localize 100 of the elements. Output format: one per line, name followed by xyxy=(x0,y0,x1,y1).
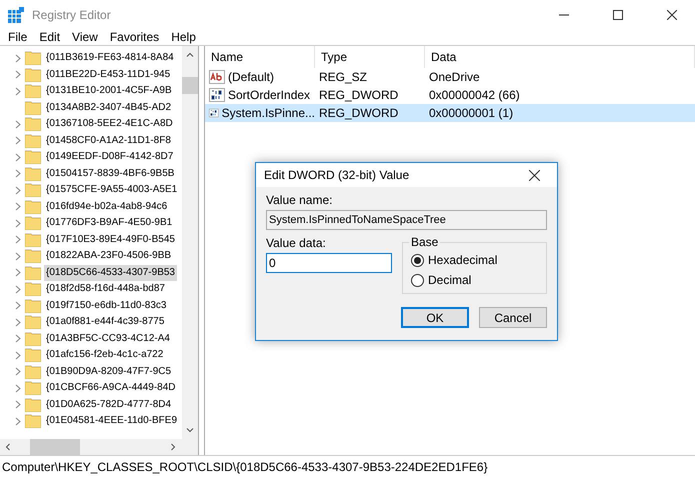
vertical-scrollbar[interactable] xyxy=(182,46,198,439)
radio-button[interactable] xyxy=(411,254,424,266)
expand-chevron-icon[interactable] xyxy=(14,152,22,162)
tree-item[interactable]: {016fd94e-b02a-4ab8-94c6 xyxy=(44,198,170,215)
expand-chevron-icon[interactable] xyxy=(14,54,22,63)
tree-item[interactable]: {0134A8B2-3407-4B45-AD2 xyxy=(44,100,174,116)
tree-item[interactable]: {01D0A625-782D-4777-8D4 xyxy=(44,396,174,413)
window-title: Registry Editor xyxy=(32,8,112,22)
folder-icon xyxy=(25,216,41,230)
folder-icon xyxy=(25,381,41,396)
expand-chevron-icon[interactable] xyxy=(14,284,22,294)
dialog-button[interactable]: Cancel xyxy=(479,307,547,328)
folder-icon xyxy=(25,200,41,214)
expand-chevron-icon[interactable] xyxy=(14,416,22,426)
tree-item[interactable]: {01E04581-4EEE-11d0-BFE9 xyxy=(44,413,180,430)
expand-chevron-icon[interactable] xyxy=(14,235,22,244)
tree-item[interactable]: {018D5C66-4533-4307-9B53 xyxy=(44,264,177,281)
close-icon[interactable] xyxy=(667,10,677,20)
tree-item[interactable]: {01575CFE-9A55-4003-A5E1 xyxy=(44,182,180,198)
expand-chevron-icon[interactable] xyxy=(14,202,22,212)
radio-label[interactable]: Decimal xyxy=(428,273,472,287)
binary-value-icon xyxy=(209,88,225,102)
menu-item[interactable]: View xyxy=(66,30,104,45)
value-type: REG_DWORD xyxy=(319,88,398,102)
folder-icon xyxy=(25,298,41,313)
folder-icon xyxy=(25,51,41,66)
minimize-icon[interactable] xyxy=(559,14,569,16)
string-value-icon xyxy=(209,70,225,84)
menu-item[interactable]: Favorites xyxy=(104,30,166,45)
folder-icon xyxy=(25,282,41,296)
tree-item[interactable]: {01afc156-f2eb-4c1c-a722 xyxy=(44,347,166,364)
scroll-up-icon[interactable] xyxy=(186,52,194,57)
tree-item[interactable]: {01A3BF5C-CC93-4C12-A4 xyxy=(44,330,172,347)
folder-icon xyxy=(25,348,41,362)
scrollbar-thumb[interactable] xyxy=(30,439,80,455)
expand-chevron-icon[interactable] xyxy=(14,186,22,195)
tree-item[interactable]: {01a0f881-e44f-4c39-8775 xyxy=(44,314,166,330)
value-row[interactable]: System.IsPinne... REG_DWORD 0x00000001 (1) xyxy=(205,104,695,122)
tree-item[interactable]: {01776DF3-B9AF-4E50-9B1 xyxy=(44,215,174,232)
expand-chevron-icon[interactable] xyxy=(14,350,22,360)
radio-label[interactable]: Hexadecimal xyxy=(428,253,498,267)
column-header[interactable]: Data xyxy=(425,46,695,68)
folder-icon xyxy=(25,232,41,247)
value-name-label: Value name: xyxy=(266,193,334,207)
app-icon xyxy=(8,7,24,23)
tree-item[interactable]: {01504157-8839-4BF6-9B5B xyxy=(44,166,176,182)
folder-icon xyxy=(25,68,41,82)
maximize-icon[interactable] xyxy=(613,10,623,20)
menu-item[interactable]: Help xyxy=(165,30,202,45)
tree-item[interactable]: {011B3619-FE63-4814-8A84 xyxy=(44,50,176,66)
tree-item[interactable]: {018f2d58-f16d-448a-bd87 xyxy=(44,281,167,298)
folder-icon xyxy=(25,332,41,346)
menu-item[interactable]: Edit xyxy=(33,30,66,45)
scroll-right-icon[interactable] xyxy=(171,443,176,451)
tree-item[interactable]: {011BE22D-E453-11D1-945 xyxy=(44,66,172,83)
expand-chevron-icon[interactable] xyxy=(14,367,22,376)
scrollbar-thumb[interactable] xyxy=(182,77,198,94)
value-data-field[interactable]: 0 xyxy=(266,253,392,273)
expand-chevron-icon[interactable] xyxy=(14,384,22,393)
tree-item[interactable]: {01458CF0-A1A2-11D1-8F8 xyxy=(44,132,173,149)
folder-icon xyxy=(25,315,41,330)
value-data: OneDrive xyxy=(429,70,480,84)
close-icon[interactable] xyxy=(528,170,540,180)
expand-chevron-icon[interactable] xyxy=(14,301,22,310)
expand-chevron-icon[interactable] xyxy=(14,169,22,178)
scroll-down-icon[interactable] xyxy=(186,428,194,433)
folder-icon xyxy=(25,398,41,412)
base-label: Base xyxy=(409,235,440,249)
tree-item[interactable]: {01367108-5EE2-4E1C-A8D xyxy=(44,116,175,132)
column-header[interactable]: Name xyxy=(205,46,315,68)
radio-button[interactable] xyxy=(411,274,424,286)
folder-icon xyxy=(25,84,41,98)
expand-chevron-icon[interactable] xyxy=(14,136,22,146)
expand-chevron-icon[interactable] xyxy=(14,86,22,96)
tree-item[interactable]: {01CBCF66-A9CA-4449-84D xyxy=(44,380,178,396)
value-row[interactable]: SortOrderIndex REG_DWORD 0x00000042 (66) xyxy=(205,86,695,104)
expand-chevron-icon[interactable] xyxy=(14,400,22,410)
expand-chevron-icon[interactable] xyxy=(14,70,22,80)
expand-chevron-icon[interactable] xyxy=(14,218,22,228)
expand-chevron-icon[interactable] xyxy=(14,318,22,327)
tree-item[interactable]: {017F10E3-89E4-49F0-B545 xyxy=(44,232,177,248)
column-header[interactable]: Type xyxy=(315,46,425,68)
folder-icon xyxy=(25,100,41,115)
tree-item[interactable]: {01B90D9A-8209-47F7-9C5 xyxy=(44,364,174,380)
value-data: 0x00000042 (66) xyxy=(429,88,520,102)
expand-chevron-icon[interactable] xyxy=(14,268,22,278)
value-name: System.IsPinne... xyxy=(222,106,315,120)
tree-item[interactable]: {01822ABA-23F0-4506-9BB xyxy=(44,248,174,264)
tree-item[interactable]: {0131BE10-2001-4C5F-A9B xyxy=(44,83,174,100)
expand-chevron-icon[interactable] xyxy=(14,120,22,129)
tree-item[interactable]: {019f7150-e6db-11d0-83c3 xyxy=(44,298,168,314)
menu-item[interactable]: File xyxy=(2,30,34,45)
tree-item[interactable]: {0149EEDF-D08F-4142-8D7 xyxy=(44,149,176,166)
expand-chevron-icon[interactable] xyxy=(14,334,22,344)
folder-icon xyxy=(25,117,41,132)
expand-chevron-icon[interactable] xyxy=(14,252,22,261)
dialog-button[interactable]: OK xyxy=(401,307,469,328)
horizontal-scrollbar[interactable] xyxy=(0,439,198,455)
scroll-left-icon[interactable] xyxy=(5,443,10,451)
value-row[interactable]: (Default) REG_SZ OneDrive xyxy=(205,68,695,86)
